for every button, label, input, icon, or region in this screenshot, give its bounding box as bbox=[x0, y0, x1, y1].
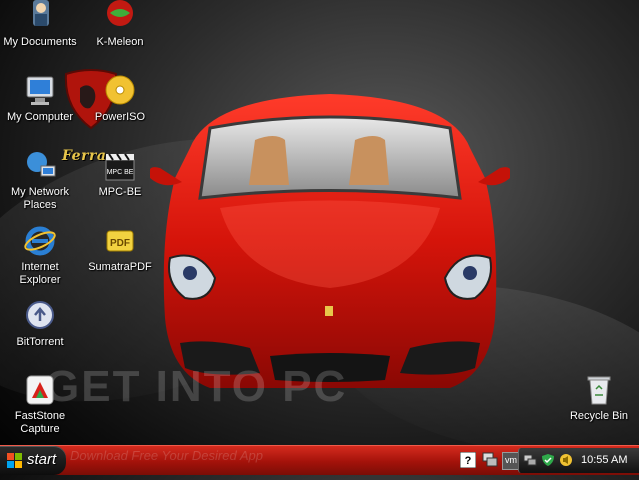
icon-label: PowerISO bbox=[94, 111, 146, 123]
desktop-icon-poweriso[interactable]: PowerISO bbox=[80, 75, 160, 124]
help-icon[interactable]: ? bbox=[460, 452, 476, 468]
desktop-icon-my-computer[interactable]: My Computer bbox=[0, 75, 80, 124]
icon-label: K-Meleon bbox=[96, 36, 144, 48]
vmware-label: vm bbox=[505, 455, 517, 465]
icon-label: Recycle Bin bbox=[569, 410, 629, 422]
desktop-icon-my-network-places[interactable]: My Network Places bbox=[0, 150, 80, 212]
desktop-icon-my-documents[interactable]: My Documents bbox=[0, 0, 80, 49]
icon-label: FastStone Capture bbox=[14, 410, 66, 435]
desktop-icon-k-meleon[interactable]: K-Meleon bbox=[80, 0, 160, 49]
watermark-text: GET INTO PC bbox=[45, 362, 348, 411]
recycle-bin-icon bbox=[587, 376, 611, 405]
my-documents-icon bbox=[33, 0, 49, 26]
mpc-be-label: MPC BE bbox=[107, 169, 134, 176]
start-label: start bbox=[27, 451, 57, 468]
ferrari-car-image bbox=[149, 88, 511, 398]
desktop-icon-recycle-bin[interactable]: Recycle Bin bbox=[559, 374, 639, 423]
desktop-icon-internet-explorer[interactable]: Internet Explorer bbox=[0, 225, 80, 287]
icon-label: BitTorrent bbox=[16, 336, 64, 348]
icon-label: My Network Places bbox=[10, 186, 70, 211]
k-meleon-icon bbox=[107, 0, 133, 26]
taskbar: start Download Free Your Desired App ? v… bbox=[0, 445, 639, 475]
internet-explorer-icon bbox=[24, 226, 56, 256]
icon-label: SumatraPDF bbox=[88, 261, 152, 273]
svg-text:?: ? bbox=[465, 455, 472, 467]
desktop-icon-bittorrent[interactable]: BitTorrent bbox=[0, 300, 80, 349]
switch-windows-icon[interactable] bbox=[482, 452, 498, 468]
windows-flag-icon bbox=[7, 453, 22, 468]
start-button[interactable]: start bbox=[0, 446, 66, 475]
bittorrent-icon bbox=[26, 301, 54, 329]
faststone-capture-icon bbox=[26, 375, 54, 405]
poweriso-disc-icon bbox=[105, 75, 135, 105]
network-icon[interactable] bbox=[523, 453, 537, 467]
watermark-tagline: Download Free Your Desired App bbox=[70, 448, 263, 463]
pdf-label: PDF bbox=[110, 238, 130, 249]
desktop-icon-mpc-be[interactable]: MPC BE MPC-BE bbox=[80, 150, 160, 199]
icon-label: Internet Explorer bbox=[19, 261, 61, 286]
icon-label: My Documents bbox=[3, 36, 77, 48]
desktop-icon-faststone-capture[interactable]: FastStone Capture bbox=[0, 374, 80, 436]
icon-label: MPC-BE bbox=[98, 186, 142, 198]
clock[interactable]: 10:55 AM bbox=[581, 454, 627, 466]
system-tray: 10:55 AM bbox=[518, 448, 639, 473]
desktop[interactable]: Ferra GET INTO PC My Documents K-Meleon … bbox=[0, 0, 639, 480]
sumatrapdf-icon: PDF bbox=[106, 230, 134, 252]
watermark: GET INTO PC bbox=[45, 362, 365, 422]
mpc-be-clapper-icon: MPC BE bbox=[105, 153, 135, 181]
network-places-icon bbox=[27, 152, 56, 177]
my-computer-icon bbox=[26, 76, 54, 105]
security-shield-icon[interactable] bbox=[541, 453, 555, 467]
icon-label: My Computer bbox=[6, 111, 74, 123]
volume-icon[interactable] bbox=[559, 453, 573, 467]
desktop-icon-sumatrapdf[interactable]: PDF SumatraPDF bbox=[80, 225, 160, 274]
